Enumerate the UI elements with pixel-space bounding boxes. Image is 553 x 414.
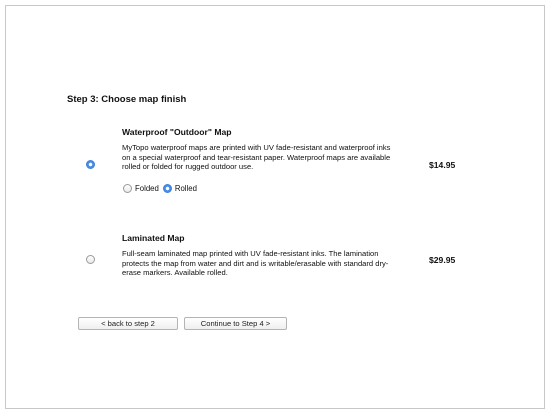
finish-style-group: Folded Rolled [123, 184, 201, 193]
option-laminated-price: $29.95 [429, 255, 456, 265]
back-to-step-2-button[interactable]: < back to step 2 [78, 317, 178, 330]
step-title: Step 3: Choose map finish [67, 94, 187, 105]
option-waterproof-title: Waterproof "Outdoor" Map [122, 127, 232, 137]
rolled-label[interactable]: Rolled [175, 184, 197, 193]
option-laminated-radio[interactable] [86, 255, 95, 264]
option-waterproof-description: MyTopo waterproof maps are printed with … [122, 143, 391, 172]
option-waterproof-price: $14.95 [429, 160, 456, 170]
continue-to-step-4-button[interactable]: Continue to Step 4 > [184, 317, 287, 330]
option-laminated-description: Full-seam laminated map printed with UV … [122, 249, 389, 278]
folded-label[interactable]: Folded [135, 184, 159, 193]
page-frame [5, 5, 545, 409]
option-waterproof-radio[interactable] [86, 160, 95, 169]
folded-radio[interactable] [123, 184, 132, 193]
option-laminated-title: Laminated Map [122, 233, 185, 243]
rolled-radio[interactable] [162, 184, 172, 193]
